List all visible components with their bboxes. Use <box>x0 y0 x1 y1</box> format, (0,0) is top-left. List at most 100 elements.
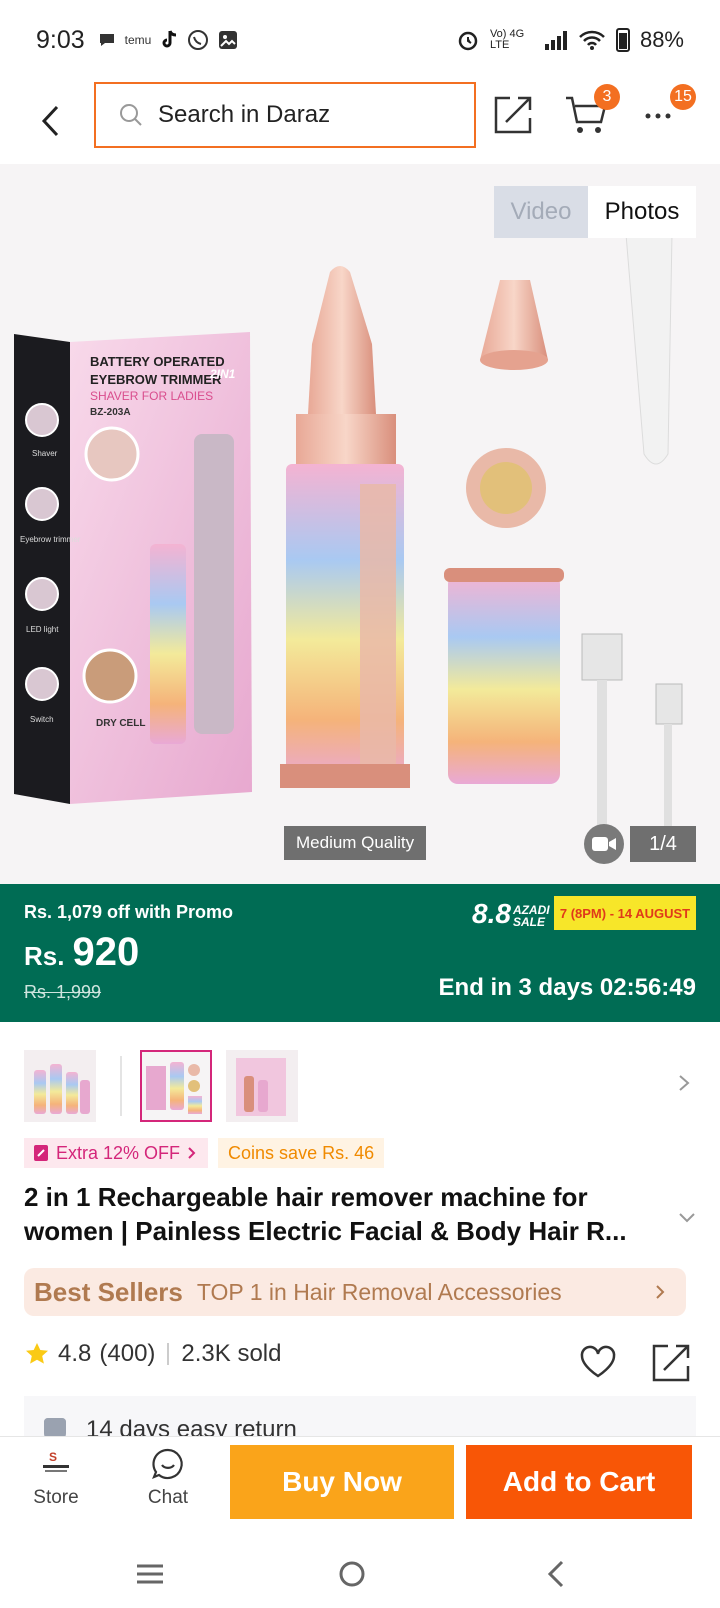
product-title: 2 in 1 Rechargeable hair remover machine… <box>24 1180 664 1248</box>
alarm-icon <box>458 31 478 51</box>
box-text-line2: EYEBROW TRIMMER <box>90 372 222 387</box>
bottom-action-bar: S Store Chat Buy Now Add to Cart <box>0 1436 720 1538</box>
svg-text:S: S <box>49 1450 57 1464</box>
buy-now-button[interactable]: Buy Now <box>230 1445 454 1519</box>
extra-off-tag[interactable]: Extra 12% OFF <box>24 1138 209 1168</box>
video-button[interactable] <box>584 824 624 864</box>
back-button[interactable] <box>28 99 72 143</box>
gallery-icon <box>219 31 238 49</box>
quality-label[interactable]: Medium Quality <box>284 826 427 860</box>
wifi-icon <box>579 30 605 50</box>
back-arrow-icon <box>41 105 59 137</box>
battery-level: 88% <box>639 27 684 52</box>
best-sellers-banner[interactable]: Best Sellers TOP 1 in Hair Removal Acces… <box>24 1268 686 1316</box>
notification-icons: temu <box>97 29 240 51</box>
chat-icon <box>152 1448 183 1480</box>
more-badge: 15 <box>670 84 696 110</box>
system-status: Vo) 4G LTE 88% <box>456 27 684 53</box>
tab-photos[interactable]: Photos <box>588 186 696 238</box>
chat-button[interactable]: Chat <box>134 1447 202 1527</box>
media-toggle: Video Photos <box>494 186 696 238</box>
promo-discount-text: Rs. 1,079 off with Promo <box>24 902 234 922</box>
image-page-indicator: 1/4 <box>630 826 696 862</box>
box-text-dry: DRY CELL <box>96 718 145 729</box>
thumbnail-strip <box>0 1046 720 1122</box>
video-camera-icon <box>592 837 616 851</box>
thumbnail-next-icon[interactable] <box>672 1068 696 1098</box>
share-icon[interactable] <box>492 92 536 136</box>
network-label: Vo) 4G LTE <box>489 28 525 51</box>
rating-count: (400) <box>99 1340 156 1367</box>
thumbnail-2-selected[interactable] <box>140 1050 212 1122</box>
recent-apps-button[interactable] <box>130 1556 170 1592</box>
home-button[interactable] <box>332 1556 372 1592</box>
chat-bubble-icon <box>99 34 114 46</box>
battery-icon <box>615 28 630 52</box>
box-text-line1: BATTERY OPERATED <box>90 354 225 369</box>
product-title-line2: women | Painless Electric Facial & Body … <box>24 1216 627 1246</box>
search-bar[interactable] <box>94 82 476 148</box>
thumbnail-image <box>24 1050 96 1122</box>
tiktok-icon <box>162 30 177 48</box>
back-chevron-icon <box>547 1560 564 1588</box>
price-value: 920 <box>72 930 140 974</box>
sold-count: 2.3K sold <box>181 1340 282 1367</box>
product-image-gallery[interactable]: BATTERY OPERATED EYEBROW TRIMMER SHAVER … <box>0 164 720 884</box>
voucher-icon <box>34 1145 48 1161</box>
original-price: Rs. 1,999 <box>24 982 102 1002</box>
return-policy-text: 14 days easy return <box>86 1416 297 1436</box>
store-button[interactable]: S Store <box>22 1447 90 1527</box>
product-title-line1: 2 in 1 Rechargeable hair remover machine… <box>24 1182 588 1212</box>
box-text-line4: BZ-203A <box>90 407 131 418</box>
current-price: Rs. 920 <box>24 930 139 975</box>
chat-label: Chat <box>147 1487 189 1508</box>
rating-score: 4.8 <box>58 1340 92 1367</box>
search-input[interactable] <box>158 101 438 129</box>
best-sellers-label: Best Sellers <box>34 1276 183 1307</box>
menu-lines-icon <box>137 1564 163 1584</box>
whatsapp-icon <box>188 30 209 50</box>
rating-divider <box>167 1343 170 1365</box>
add-to-cart-button[interactable]: Add to Cart <box>466 1445 692 1519</box>
heart-icon[interactable] <box>578 1342 618 1382</box>
tab-video[interactable]: Video <box>494 186 588 238</box>
price-currency: Rs. <box>24 941 65 971</box>
box-feature-3: LED light <box>26 625 59 634</box>
rating-row[interactable]: 4.8 (400) 2.3K sold <box>24 1340 281 1368</box>
box-feature-1: Shaver <box>32 449 58 458</box>
return-policy-row[interactable]: 14 days easy return <box>24 1396 696 1436</box>
promo-countdown: End in 3 days 02:56:49 <box>438 974 696 1001</box>
store-logo-icon: S <box>43 1450 69 1472</box>
sale-logo-sub2: SALE <box>512 914 545 929</box>
shield-icon <box>44 1418 66 1436</box>
system-nav-bar <box>0 1538 720 1608</box>
chevron-right-icon <box>656 1285 665 1299</box>
cart-button[interactable]: 3 <box>564 84 620 136</box>
sale-logo: 8.8 AZADI SALE <box>472 898 550 930</box>
system-back-button[interactable] <box>536 1556 576 1592</box>
best-sellers-text: TOP 1 in Hair Removal Accessories <box>196 1278 562 1305</box>
share-icon[interactable] <box>652 1342 692 1382</box>
box-text-badge: 2IN1 <box>209 367 236 381</box>
status-time: 9:03 <box>36 25 85 54</box>
search-icon <box>120 104 142 126</box>
temu-icon: temu <box>124 33 152 47</box>
promo-tags: Extra 12% OFF Coins save Rs. 46 <box>24 1138 385 1168</box>
top-header: 3 15 <box>0 80 720 162</box>
thumbnail-image <box>142 1052 210 1120</box>
home-circle-icon <box>339 1561 365 1587</box>
box-feature-4: Switch <box>30 715 54 724</box>
thumbnail-1[interactable] <box>24 1050 96 1122</box>
thumbnail-image <box>226 1050 298 1122</box>
box-text-line3: SHAVER FOR LADIES <box>90 389 213 403</box>
thumbnail-divider <box>120 1056 122 1116</box>
coins-tag[interactable]: Coins save Rs. 46 <box>218 1138 385 1168</box>
signal-icon <box>544 31 567 50</box>
more-button[interactable]: 15 <box>640 84 696 136</box>
chevron-right-icon <box>188 1147 196 1159</box>
extra-off-label: Extra 12% OFF <box>56 1142 181 1163</box>
product-image: BATTERY OPERATED EYEBROW TRIMMER SHAVER … <box>14 233 683 854</box>
thumbnail-3[interactable] <box>226 1050 298 1122</box>
expand-title-icon[interactable] <box>676 1206 698 1228</box>
store-label: Store <box>33 1487 79 1508</box>
